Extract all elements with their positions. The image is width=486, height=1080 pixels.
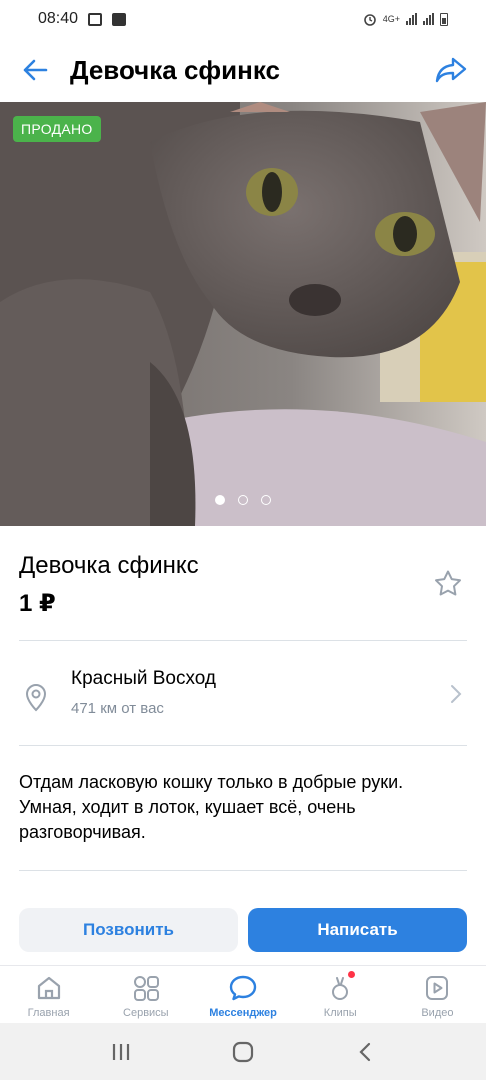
product-photo[interactable]: ПРОДАНО [0, 102, 486, 526]
services-icon [131, 973, 161, 1003]
location-row[interactable]: Красный Восход 471 км от вас [0, 650, 486, 740]
sold-badge: ПРОДАНО [13, 116, 101, 142]
status-time: 08:40 [38, 10, 79, 27]
bottom-tab-bar: Главная Сервисы Мессенджер Клипы Видео [0, 965, 486, 1023]
home-nav-button[interactable] [223, 1032, 263, 1072]
cat-photo [0, 102, 486, 526]
favorite-button[interactable] [430, 566, 466, 602]
tab-label: Главная [27, 1007, 70, 1019]
chevron-right-icon [451, 685, 462, 703]
tab-label: Сервисы [123, 1007, 169, 1019]
recent-apps-icon [112, 1043, 130, 1060]
location-distance: 471 км от вас [71, 700, 164, 717]
signal-2-icon [423, 13, 434, 25]
item-title: Девочка сфинкс [19, 552, 199, 579]
gallery-notification-icon [88, 12, 103, 26]
photo-pagination [0, 495, 486, 505]
share-icon [435, 57, 467, 83]
back-button[interactable] [0, 38, 70, 102]
alarm-icon [363, 14, 376, 26]
tab-label: Клипы [323, 1007, 357, 1019]
location-name: Красный Восход [71, 668, 217, 689]
share-button[interactable] [416, 38, 486, 102]
tab-services[interactable]: Сервисы [97, 966, 194, 1023]
network-type: 4G+ [382, 14, 400, 24]
check-notification-icon [112, 12, 127, 26]
battery-icon [440, 12, 448, 26]
clips-icon [325, 971, 356, 1003]
tab-messenger[interactable]: Мессенджер [194, 966, 291, 1023]
item-price: 1 ₽ [19, 590, 56, 617]
home-icon [34, 973, 64, 1003]
star-icon [435, 570, 461, 596]
signal-icon [406, 13, 417, 25]
home-circle-icon [232, 1041, 254, 1062]
recent-apps-button[interactable] [101, 1032, 141, 1072]
tab-label: Мессенджер [209, 1007, 277, 1019]
divider [19, 745, 467, 746]
pagination-dot[interactable] [215, 495, 225, 505]
page-title: Девочка сфинкс [70, 54, 280, 85]
status-left: 08:40 [38, 10, 127, 28]
system-nav-bar [0, 1023, 486, 1080]
write-button[interactable]: Написать [248, 908, 467, 952]
back-chevron-icon [359, 1042, 371, 1061]
tab-clips[interactable]: Клипы [292, 966, 389, 1023]
status-right: 4G+ [363, 12, 448, 26]
video-icon [422, 973, 452, 1003]
tab-home[interactable]: Главная [0, 966, 97, 1023]
tab-label: Видео [421, 1007, 454, 1019]
divider [19, 870, 467, 871]
status-bar: 08:40 4G+ [0, 0, 486, 38]
item-description: Отдам ласковую кошку только в добрые рук… [19, 772, 404, 842]
arrow-left-icon [23, 59, 48, 81]
tab-video[interactable]: Видео [389, 966, 486, 1023]
pagination-dot[interactable] [261, 495, 271, 505]
call-button[interactable]: Позвонить [19, 908, 238, 952]
messenger-icon [228, 973, 258, 1003]
divider [19, 640, 467, 641]
pagination-dot[interactable] [238, 495, 248, 505]
header: Девочка сфинкс [0, 38, 486, 102]
back-nav-button[interactable] [345, 1032, 385, 1072]
location-pin-icon [25, 684, 47, 712]
